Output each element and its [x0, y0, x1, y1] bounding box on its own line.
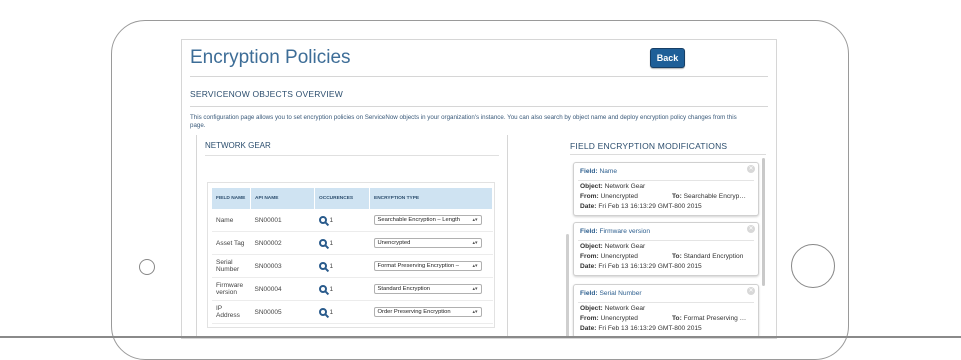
magnifier-icon[interactable] — [318, 308, 327, 316]
api-name-cell: SN00001 — [250, 209, 315, 232]
chevron-updown-icon: ▴▾ — [472, 285, 478, 292]
occurences-cell: 1 — [314, 231, 370, 255]
encryption-type-value: Searchable Encryption – Length — [377, 216, 461, 223]
modifications-scrollbar[interactable] — [762, 158, 765, 286]
close-icon[interactable]: ✕ — [747, 225, 755, 233]
card-object: Object: Network Gear — [580, 243, 646, 250]
card-field: Field: Firmware version — [580, 228, 650, 235]
occurence-count: 1 — [329, 239, 334, 247]
magnifier-icon[interactable] — [318, 239, 327, 247]
divider — [578, 240, 754, 241]
card-field: Field: Name — [580, 168, 618, 175]
encryption-type-value: Unencrypted — [377, 239, 411, 246]
magnifier-icon[interactable] — [318, 262, 327, 270]
card-from: From: Unencrypted — [580, 253, 638, 260]
api-name-cell: SN00004 — [250, 277, 315, 301]
card-from: From: Unencrypted — [580, 315, 638, 322]
encryption-type-value: Order Preserving Encryption — [377, 308, 451, 315]
encryption-type-select[interactable]: Standard Encryption ▴▾ — [373, 284, 482, 294]
field-name-cell: Firmware version — [212, 277, 251, 301]
card-to: To: Format Preserving … — [672, 315, 747, 322]
column-header-field-name: FIELD NAME — [212, 188, 251, 209]
api-name-cell: SN00002 — [250, 231, 315, 255]
page-title: Encryption Policies — [190, 47, 351, 68]
chevron-updown-icon: ▴▾ — [472, 216, 478, 223]
card-to: To: Searchable Encryp… — [672, 193, 746, 200]
card-date: Date: Fri Feb 13 16:13:29 GMT-800 2015 — [580, 203, 702, 210]
occurence-count: 1 — [329, 285, 334, 293]
card-field: Field: Serial Number — [580, 290, 642, 297]
magnifier-icon[interactable] — [318, 285, 327, 293]
divider — [578, 302, 754, 303]
field-name-cell: Asset Tag — [212, 231, 251, 255]
card-date: Date: Fri Feb 13 16:13:29 GMT-800 2015 — [580, 325, 702, 332]
left-scrollbar[interactable] — [566, 234, 569, 338]
object-panel: NETWORK GEAR FIELD NAME API NAME OCCUREN… — [196, 135, 508, 338]
divider — [190, 76, 768, 77]
divider — [205, 155, 499, 156]
api-name-cell: SN00005 — [250, 300, 315, 324]
divider — [570, 154, 766, 155]
card-object: Object: Network Gear — [580, 305, 646, 312]
encryption-type-select[interactable]: Order Preserving Encryption ▴▾ — [373, 307, 482, 317]
occurences-cell: 1 — [314, 300, 370, 324]
chevron-updown-icon: ▴▾ — [472, 262, 478, 269]
field-name-cell: IP Address — [212, 300, 251, 324]
api-name-cell: SN00003 — [250, 254, 315, 278]
table-row: Serial Number SN00003 1 Format Preserving E… — [212, 254, 493, 278]
object-panel-title: NETWORK GEAR — [205, 141, 271, 150]
column-header-api-name: API NAME — [250, 188, 315, 209]
occurence-count: 1 — [329, 262, 334, 270]
table-row: IP Address SN00005 1 Order Preserving Encry… — [212, 300, 493, 324]
table-row: Asset Tag SN00002 1 Unencrypted ▴▾ — [212, 231, 493, 255]
close-icon[interactable]: ✕ — [747, 287, 755, 295]
close-icon[interactable]: ✕ — [747, 165, 755, 173]
magnifier-icon[interactable] — [318, 216, 327, 224]
encryption-type-select[interactable]: Unencrypted ▴▾ — [373, 238, 482, 248]
encryption-type-value: Standard Encryption — [377, 285, 431, 292]
card-date: Date: Fri Feb 13 16:13:29 GMT-800 2015 — [580, 263, 702, 270]
modification-card: Field: Name ✕ Object: Network Gear From: Un… — [573, 162, 759, 216]
fields-table: FIELD NAME API NAME OCCURENCES ENCRYPTIO… — [212, 188, 493, 324]
encryption-type-cell: Unencrypted ▴▾ — [369, 231, 493, 255]
encryption-type-cell: Standard Encryption ▴▾ — [369, 277, 493, 301]
encryption-type-select[interactable]: Searchable Encryption – Length ▴▾ — [373, 215, 482, 225]
column-header-encryption-type: ENCRYPTION TYPE — [369, 188, 493, 209]
occurences-cell: 1 — [314, 277, 370, 301]
card-object: Object: Network Gear — [580, 183, 646, 190]
tablet-camera — [139, 259, 155, 275]
page-description: This configuration page allows you to se… — [190, 114, 737, 129]
chevron-updown-icon: ▴▾ — [472, 239, 478, 246]
divider — [190, 106, 768, 107]
section-title: SERVICENOW OBJECTS OVERVIEW — [190, 89, 343, 99]
modification-card: Field: Serial Number ✕ Object: Network Gea… — [573, 284, 759, 338]
occurences-cell: 1 — [314, 254, 370, 278]
encryption-type-cell: Format Preserving Encryption – ▴▾ — [369, 254, 493, 278]
encryption-type-cell: Order Preserving Encryption ▴▾ — [369, 300, 493, 324]
modifications-title: FIELD ENCRYPTION MODIFICATIONS — [570, 141, 728, 151]
back-button[interactable]: Back — [650, 48, 685, 68]
encryption-type-select[interactable]: Format Preserving Encryption – ▴▾ — [373, 261, 482, 271]
chevron-updown-icon: ▴▾ — [472, 308, 478, 315]
table-row: Firmware version SN00004 1 Standard Encrypt… — [212, 277, 493, 301]
card-to: To: Standard Encryption — [672, 253, 744, 260]
tablet-home-button — [791, 244, 835, 288]
occurences-cell: 1 — [314, 209, 370, 232]
encryption-type-value: Format Preserving Encryption – — [377, 262, 460, 269]
occurence-count: 1 — [329, 308, 334, 316]
modification-card: Field: Firmware version ✕ Object: Network … — [573, 222, 759, 276]
column-header-occurences: OCCURENCES — [314, 188, 370, 209]
card-from: From: Unencrypted — [580, 193, 638, 200]
table-row: Name SN00001 1 Searchable Encryption – Leng… — [212, 209, 493, 232]
bottom-edge — [0, 336, 961, 338]
occurence-count: 1 — [329, 216, 334, 224]
encryption-type-cell: Searchable Encryption – Length ▴▾ — [369, 209, 493, 232]
app-screen: Encryption Policies Back SERVICENOW OBJE… — [181, 39, 777, 339]
divider — [578, 180, 754, 181]
field-name-cell: Serial Number — [212, 254, 251, 278]
field-name-cell: Name — [212, 209, 251, 232]
